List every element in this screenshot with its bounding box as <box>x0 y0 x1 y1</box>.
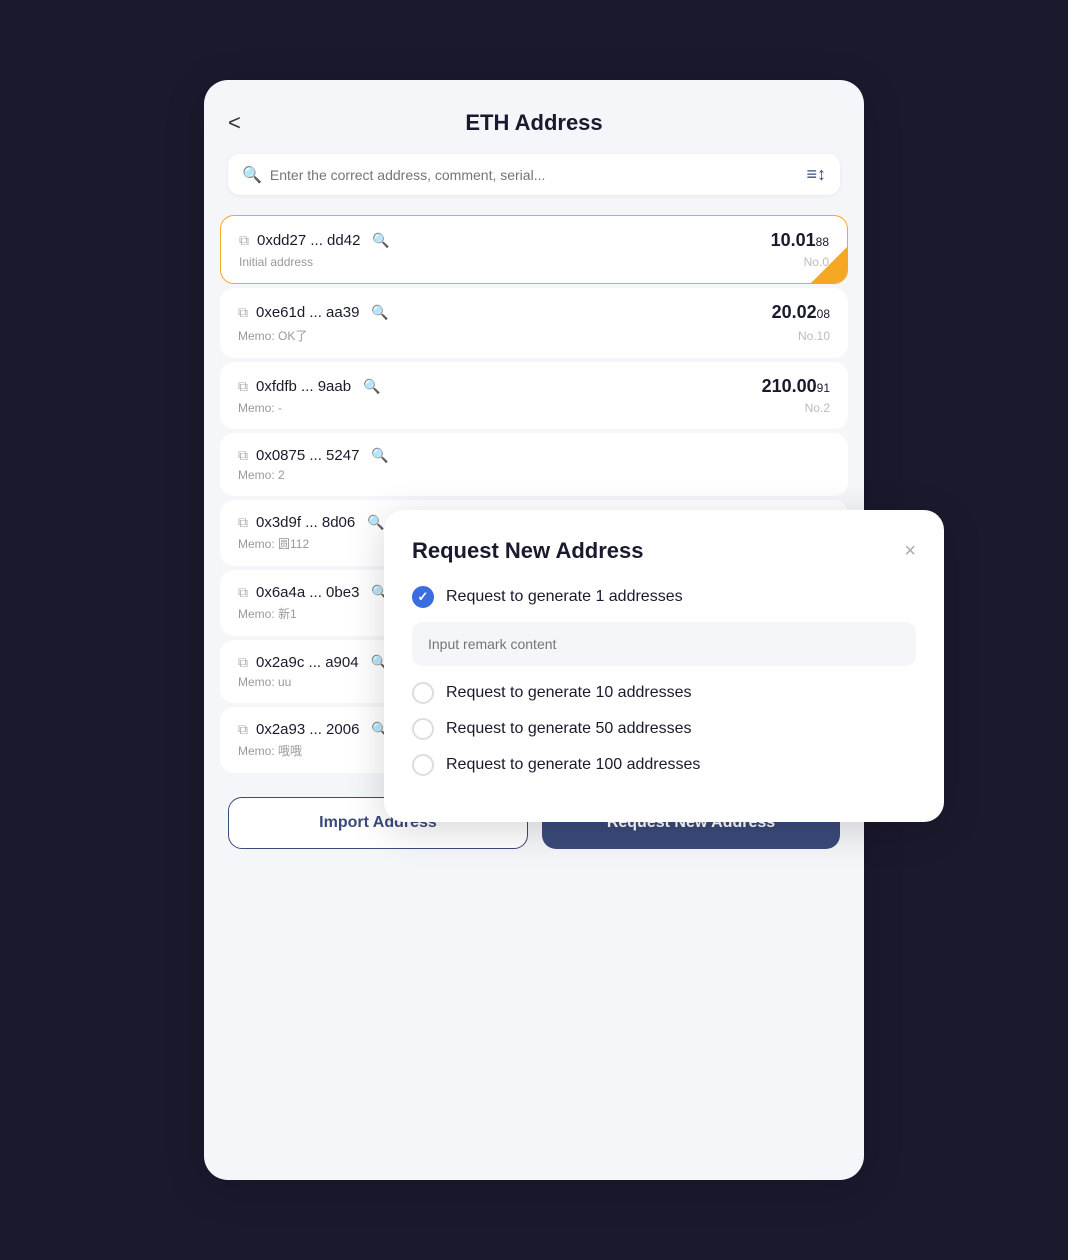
active-badge <box>811 247 847 283</box>
main-card: < ETH Address 🔍 ≡↕ ⧉ 0xdd27 ... dd42 🔍 1… <box>204 80 864 1180</box>
radio-option-1[interactable]: Request to generate 10 addresses <box>412 682 916 704</box>
radio-option[interactable]: Request to generate 100 addresses <box>412 754 916 776</box>
address-item[interactable]: ⧉ 0xdd27 ... dd42 🔍 10.0188 Initial addr… <box>220 215 848 284</box>
address-item-top: ⧉ 0x0875 ... 5247 🔍 <box>238 447 830 464</box>
radio-option[interactable]: Request to generate 10 addresses <box>412 682 916 704</box>
address-left: ⧉ 0xdd27 ... dd42 🔍 <box>239 232 390 249</box>
copy-icon[interactable]: ⧉ <box>238 447 248 464</box>
memo-text: Memo: - <box>238 401 282 415</box>
address-text: 0x0875 ... 5247 <box>256 447 359 464</box>
memo-text: Memo: 新1 <box>238 605 297 622</box>
radio-label-0: Request to generate 1 addresses <box>446 588 683 606</box>
address-left: ⧉ 0xfdfb ... 9aab 🔍 <box>238 378 381 395</box>
address-left: ⧉ 0x6a4a ... 0be3 🔍 <box>238 584 389 601</box>
address-meta: Memo: - No.2 <box>238 401 830 415</box>
filter-button[interactable]: ≡↕ <box>806 164 826 185</box>
radio-option-2[interactable]: Request to generate 50 addresses <box>412 718 916 740</box>
address-text: 0xfdfb ... 9aab <box>256 378 351 395</box>
remark-input[interactable] <box>412 622 916 666</box>
memo-text: Memo: OK了 <box>238 327 307 344</box>
modal-title: Request New Address <box>412 538 643 564</box>
address-meta: Initial address No.0 <box>239 255 829 269</box>
address-text: 0x2a9c ... a904 <box>256 654 359 671</box>
address-item-top: ⧉ 0xe61d ... aa39 🔍 20.0208 <box>238 302 830 323</box>
memo-text: Initial address <box>239 255 313 269</box>
memo-text: Memo: 哦哦 <box>238 742 302 759</box>
address-text: 0x6a4a ... 0be3 <box>256 584 359 601</box>
address-item-top: ⧉ 0xfdfb ... 9aab 🔍 210.0091 <box>238 376 830 397</box>
copy-icon[interactable]: ⧉ <box>238 304 248 321</box>
address-no: No.10 <box>798 329 830 343</box>
radio-circle-2 <box>412 718 434 740</box>
copy-icon[interactable]: ⧉ <box>238 378 248 395</box>
copy-icon[interactable]: ⧉ <box>238 584 248 601</box>
address-left: ⧉ 0x2a93 ... 2006 🔍 <box>238 721 389 738</box>
search-icon: 🔍 <box>242 165 262 185</box>
copy-icon[interactable]: ⧉ <box>238 654 248 671</box>
address-item[interactable]: ⧉ 0xe61d ... aa39 🔍 20.0208 Memo: OK了 No… <box>220 288 848 358</box>
radio-option[interactable]: Request to generate 1 addresses <box>412 586 916 682</box>
copy-icon[interactable]: ⧉ <box>239 232 249 249</box>
modal-close-button[interactable]: × <box>904 540 916 563</box>
request-modal: Request New Address × Request to generat… <box>384 510 944 822</box>
address-meta: Memo: OK了 No.10 <box>238 327 830 344</box>
address-left: ⧉ 0x0875 ... 5247 🔍 <box>238 447 389 464</box>
amount: 210.0091 <box>762 376 830 397</box>
address-text: 0x3d9f ... 8d06 <box>256 514 355 531</box>
search-sm-icon[interactable]: 🔍 <box>371 447 388 464</box>
modal-header: Request New Address × <box>412 538 916 564</box>
copy-icon[interactable]: ⧉ <box>238 514 248 531</box>
address-left: ⧉ 0xe61d ... aa39 🔍 <box>238 304 389 321</box>
memo-text: Memo: 2 <box>238 468 285 482</box>
radio-option-0[interactable]: Request to generate 1 addresses <box>412 586 916 608</box>
radio-circle-3 <box>412 754 434 776</box>
amount: 20.0208 <box>772 302 830 323</box>
page-title: ETH Address <box>465 110 602 136</box>
address-left: ⧉ 0x2a9c ... a904 🔍 <box>238 654 388 671</box>
copy-icon[interactable]: ⧉ <box>238 721 248 738</box>
memo-text: Memo: 圆112 <box>238 535 309 552</box>
radio-label-2: Request to generate 50 addresses <box>446 720 692 738</box>
radio-option-3[interactable]: Request to generate 100 addresses <box>412 754 916 776</box>
address-item[interactable]: ⧉ 0x0875 ... 5247 🔍 Memo: 2 <box>220 433 848 496</box>
search-sm-icon[interactable]: 🔍 <box>367 514 384 531</box>
address-text: 0x2a93 ... 2006 <box>256 721 359 738</box>
address-no: No.2 <box>805 401 830 415</box>
address-item[interactable]: ⧉ 0xfdfb ... 9aab 🔍 210.0091 Memo: - No.… <box>220 362 848 429</box>
address-text: 0xdd27 ... dd42 <box>257 232 360 249</box>
radio-circle-0 <box>412 586 434 608</box>
radio-label-1: Request to generate 10 addresses <box>446 684 692 702</box>
address-item-top: ⧉ 0xdd27 ... dd42 🔍 10.0188 <box>239 230 829 251</box>
back-button[interactable]: < <box>228 110 241 136</box>
radio-option[interactable]: Request to generate 50 addresses <box>412 718 916 740</box>
search-sm-icon[interactable]: 🔍 <box>371 304 388 321</box>
search-sm-icon[interactable]: 🔍 <box>372 232 389 249</box>
radio-label-3: Request to generate 100 addresses <box>446 756 700 774</box>
address-meta: Memo: 2 <box>238 468 830 482</box>
search-sm-icon[interactable]: 🔍 <box>363 378 380 395</box>
memo-text: Memo: uu <box>238 675 291 689</box>
modal-options: Request to generate 1 addresses Request … <box>412 586 916 776</box>
address-left: ⧉ 0x3d9f ... 8d06 🔍 <box>238 514 385 531</box>
search-input[interactable] <box>270 167 799 183</box>
search-bar: 🔍 ≡↕ <box>228 154 840 195</box>
radio-circle-1 <box>412 682 434 704</box>
address-text: 0xe61d ... aa39 <box>256 304 359 321</box>
header: < ETH Address <box>204 80 864 154</box>
